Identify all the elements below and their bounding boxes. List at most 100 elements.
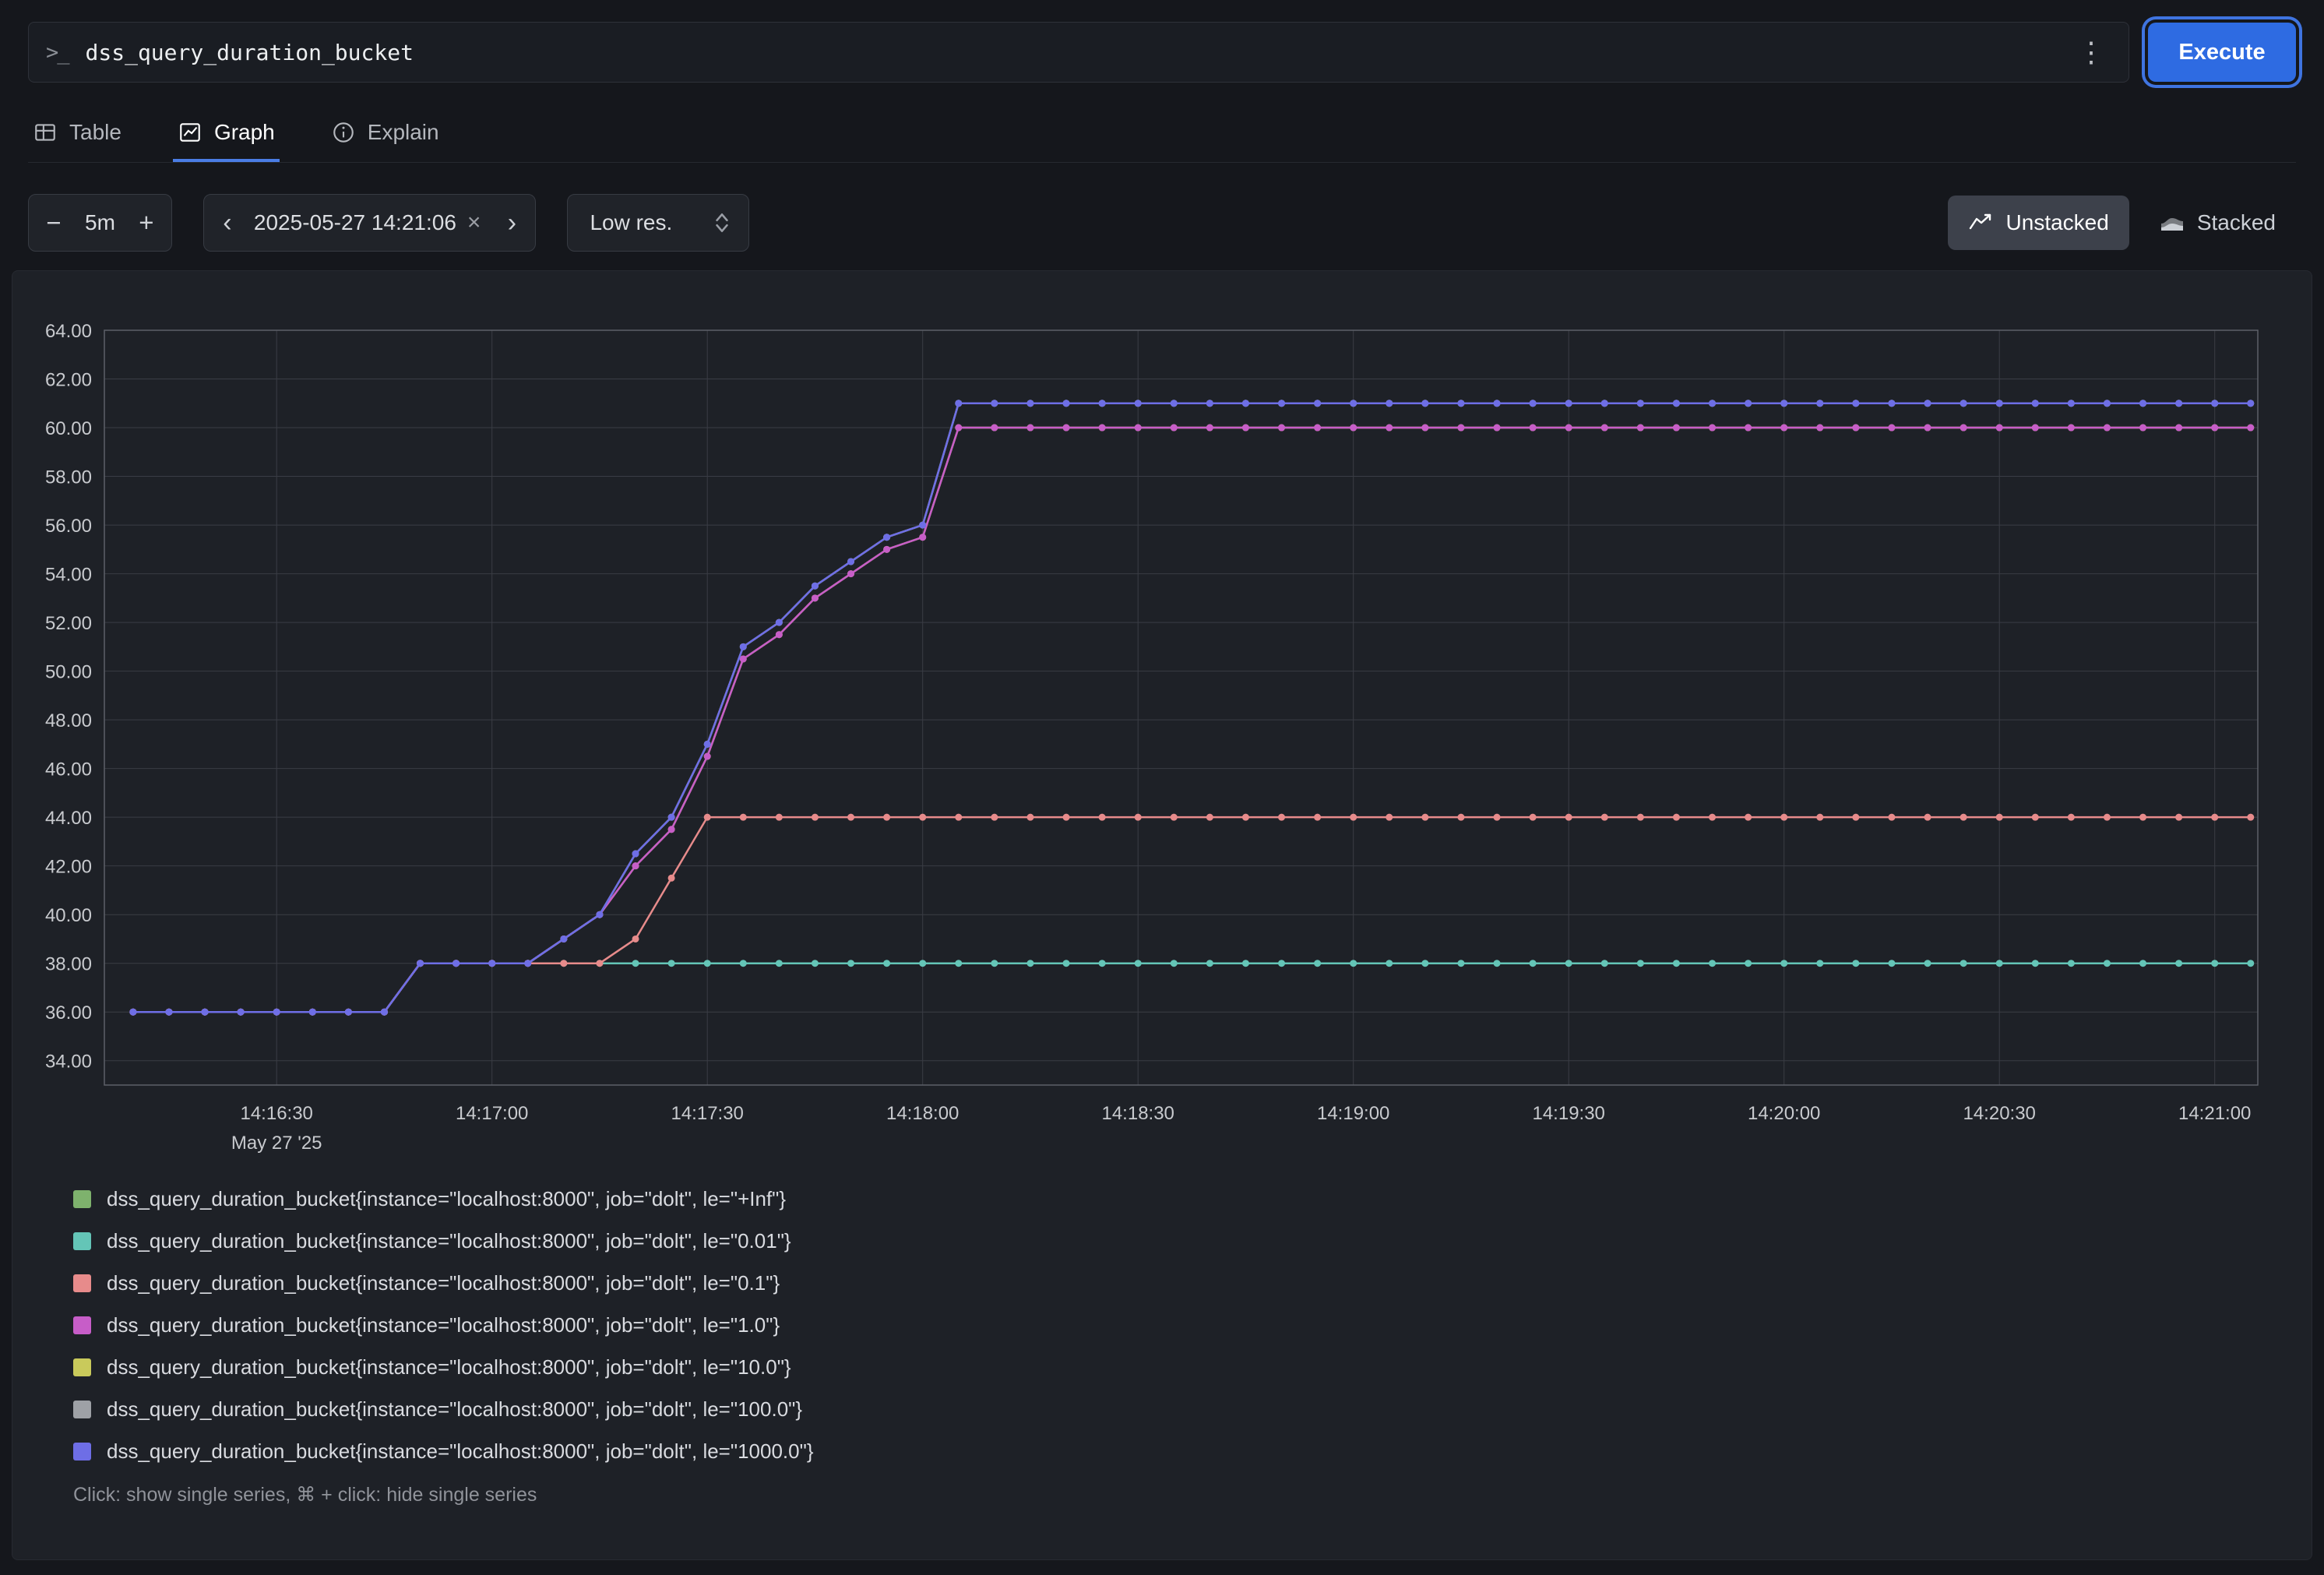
x-tick-label: 14:18:00: [886, 1103, 959, 1124]
legend-series-label: dss_query_duration_bucket{instance="loca…: [107, 1397, 802, 1422]
tab-table-label: Table: [69, 120, 121, 145]
series-line-100.0: [133, 403, 2251, 1012]
x-tick-label: 14:20:30: [1963, 1103, 2035, 1124]
tab-explain-label: Explain: [368, 120, 439, 145]
select-chevrons-icon: [713, 211, 731, 234]
y-tick-label: 38.00: [45, 954, 92, 975]
tabs: Table Graph Explain: [28, 111, 2296, 163]
graph-panel: 34.00 36.00 38.00 40.00 42.00 44.00 46.00 48.00…: [12, 270, 2312, 1560]
legend-series-label: dss_query_duration_bucket{instance="loca…: [107, 1271, 780, 1295]
legend-item[interactable]: dss_query_duration_bucket{instance="loca…: [73, 1388, 2312, 1430]
end-time-value[interactable]: 2025-05-27 14:21:06: [251, 210, 463, 235]
legend-swatch-icon: [73, 1232, 91, 1250]
stacked-button[interactable]: Stacked: [2139, 196, 2296, 250]
tab-graph[interactable]: Graph: [173, 111, 280, 162]
legend-item[interactable]: dss_query_duration_bucket{instance="loca…: [73, 1178, 2312, 1220]
legend-item[interactable]: dss_query_duration_bucket{instance="loca…: [73, 1304, 2312, 1346]
x-tick-label: 14:17:30: [671, 1103, 743, 1124]
plot-border: [104, 330, 2258, 1085]
legend-swatch-icon: [73, 1358, 91, 1376]
end-time-picker: ‹ 2025-05-27 14:21:06 × ›: [203, 194, 537, 252]
y-tick-label: 60.00: [45, 418, 92, 439]
series-points-0.01: [129, 960, 2254, 1016]
range-decrease-button[interactable]: −: [29, 208, 79, 238]
legend-series-label: dss_query_duration_bucket{instance="loca…: [107, 1229, 791, 1253]
y-tick-label: 40.00: [45, 905, 92, 926]
kebab-menu-icon[interactable]: ⋮: [2071, 38, 2111, 66]
query-expression[interactable]: dss_query_duration_bucket: [86, 40, 2054, 65]
y-tick-label: 58.00: [45, 467, 92, 488]
query-input[interactable]: >_ dss_query_duration_bucket ⋮: [28, 22, 2129, 83]
y-tick-label: 64.00: [45, 321, 92, 342]
tab-graph-label: Graph: [214, 120, 275, 145]
legend-series-label: dss_query_duration_bucket{instance="loca…: [107, 1439, 814, 1464]
unstacked-button[interactable]: Unstacked: [1948, 196, 2129, 250]
y-tick-label: 54.00: [45, 565, 92, 586]
range-stepper: − 5m +: [28, 194, 172, 252]
x-tick-label: 14:16:30: [240, 1103, 312, 1124]
y-tick-label: 62.00: [45, 370, 92, 391]
unstacked-icon: [1968, 211, 1995, 234]
grid-lines: [104, 330, 2258, 1085]
metrics-explorer-page: >_ dss_query_duration_bucket ⋮ Execute T…: [0, 0, 2324, 1560]
x-tick-label: 14:18:30: [1101, 1103, 1174, 1124]
legend-swatch-icon: [73, 1401, 91, 1418]
x-tick-label: 14:17:00: [456, 1103, 528, 1124]
series-points-100.0: [129, 400, 2254, 1015]
y-tick-label: 56.00: [45, 516, 92, 537]
y-tick-label: 50.00: [45, 662, 92, 683]
stacked-icon: [2159, 211, 2185, 234]
stacked-label: Stacked: [2197, 210, 2276, 235]
y-tick-label: 34.00: [45, 1052, 92, 1073]
legend-series-label: dss_query_duration_bucket{instance="loca…: [107, 1187, 786, 1211]
x-tick-label: 14:19:00: [1317, 1103, 1389, 1124]
legend-swatch-icon: [73, 1443, 91, 1460]
legend-hint: Click: show single series, ⌘ + click: hi…: [73, 1483, 2312, 1506]
range-increase-button[interactable]: +: [121, 208, 171, 238]
unstacked-label: Unstacked: [2006, 210, 2109, 235]
time-back-button[interactable]: ‹: [204, 208, 251, 238]
series-group: [129, 400, 2254, 1015]
range-value[interactable]: 5m: [79, 210, 121, 235]
series-points-+Inf: [129, 400, 2254, 1015]
y-tick-label: 44.00: [45, 808, 92, 829]
series-line-0.01: [133, 964, 2251, 1013]
series-points-1000.0: [129, 400, 2254, 1015]
legend-item[interactable]: dss_query_duration_bucket{instance="loca…: [73, 1262, 2312, 1304]
graph-icon: [178, 120, 202, 145]
resolution-value: Low res.: [590, 210, 672, 235]
series-line-1000.0: [133, 403, 2251, 1012]
execute-button[interactable]: Execute: [2148, 23, 2296, 82]
y-tick-label: 46.00: [45, 759, 92, 780]
table-icon: [33, 120, 58, 145]
terminal-prompt-icon: >_: [46, 41, 69, 65]
legend-series-label: dss_query_duration_bucket{instance="loca…: [107, 1313, 780, 1337]
x-tick-label: 14:19:30: [1532, 1103, 1604, 1124]
clear-time-icon[interactable]: ×: [463, 210, 489, 236]
y-tick-label: 42.00: [45, 857, 92, 878]
y-tick-label: 52.00: [45, 613, 92, 634]
x-date-label: May 27 '25: [231, 1133, 322, 1154]
time-series-chart[interactable]: 34.00 36.00 38.00 40.00 42.00 44.00 46.00 48.00…: [12, 276, 2312, 1172]
tab-explain[interactable]: Explain: [326, 111, 444, 162]
legend-swatch-icon: [73, 1316, 91, 1334]
legend-item[interactable]: dss_query_duration_bucket{instance="loca…: [73, 1430, 2312, 1472]
info-icon: [331, 120, 356, 145]
graph-controls: − 5m + ‹ 2025-05-27 14:21:06 × › Low res…: [28, 194, 2296, 252]
tab-table[interactable]: Table: [28, 111, 126, 162]
legend-swatch-icon: [73, 1190, 91, 1208]
legend-item[interactable]: dss_query_duration_bucket{instance="loca…: [73, 1220, 2312, 1262]
chart-legend: dss_query_duration_bucket{instance="loca…: [73, 1178, 2312, 1472]
resolution-select[interactable]: Low res.: [567, 194, 749, 252]
x-tick-label: 14:21:00: [2178, 1103, 2251, 1124]
stacking-toggle: Unstacked Stacked: [1948, 196, 2296, 250]
y-tick-label: 48.00: [45, 710, 92, 731]
query-row: >_ dss_query_duration_bucket ⋮ Execute: [0, 0, 2324, 83]
legend-item[interactable]: dss_query_duration_bucket{instance="loca…: [73, 1346, 2312, 1388]
axis-labels: 34.00 36.00 38.00 40.00 42.00 44.00 46.00 48.00…: [45, 321, 2251, 1154]
y-tick-label: 36.00: [45, 1002, 92, 1024]
time-forward-button[interactable]: ›: [488, 208, 535, 238]
legend-swatch-icon: [73, 1274, 91, 1292]
series-line-+Inf: [133, 403, 2251, 1012]
x-tick-label: 14:20:00: [1748, 1103, 1820, 1124]
